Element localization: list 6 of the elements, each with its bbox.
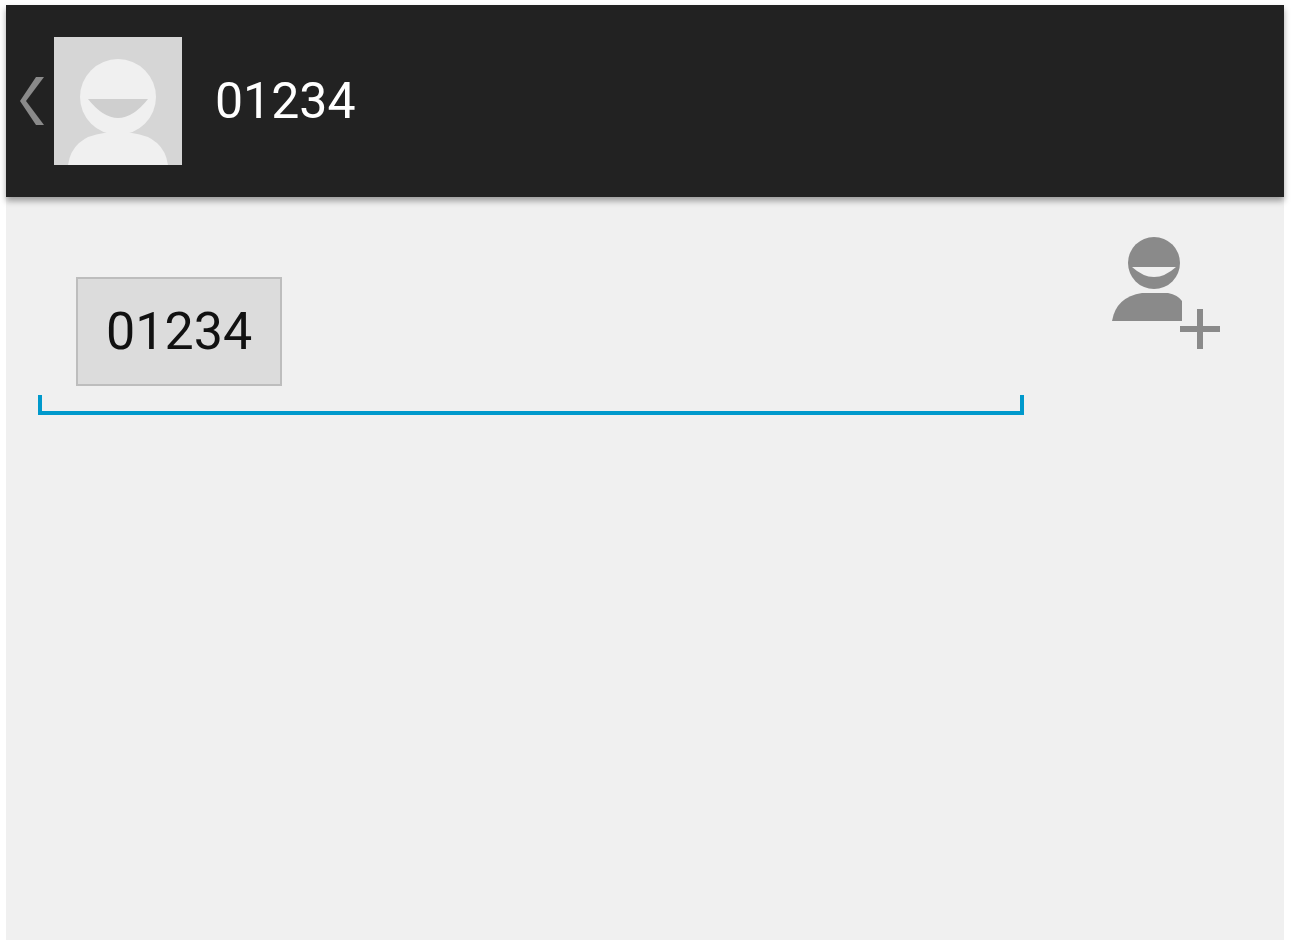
contact-title: 01234 — [215, 72, 356, 130]
recipient-field[interactable]: 01234 — [38, 237, 1024, 415]
add-contact-button[interactable] — [1112, 237, 1222, 349]
recipient-chip[interactable]: 01234 — [76, 277, 283, 386]
add-person-icon — [1112, 237, 1222, 349]
avatar-icon — [54, 37, 182, 165]
